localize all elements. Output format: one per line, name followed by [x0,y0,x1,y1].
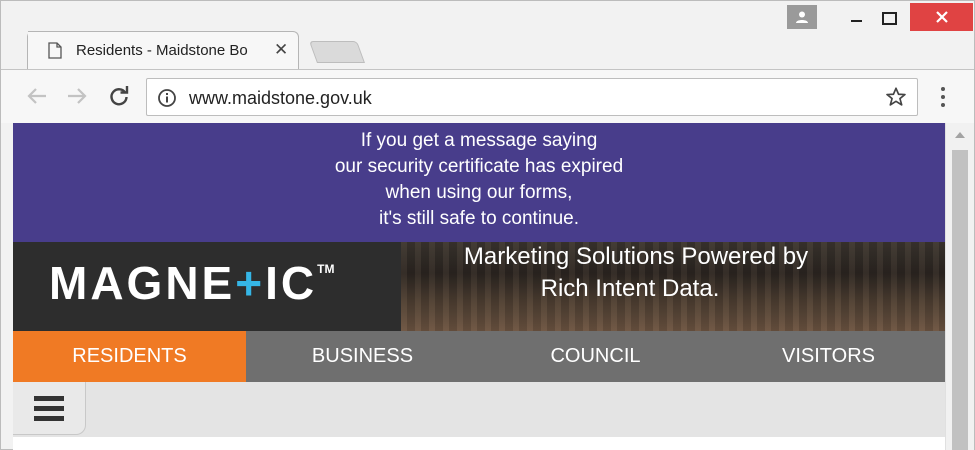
maximize-button[interactable] [875,5,901,29]
notice-line: it's still safe to continue. [378,208,580,229]
tab-title: Residents - Maidstone Bo [76,42,248,59]
close-tab-icon[interactable]: ✕ [274,40,288,60]
info-icon[interactable] [157,88,177,108]
minimize-button[interactable] [843,5,869,29]
sub-navigation-bar [13,382,945,437]
ad-image-panel: Marketing Solutions Powered by Rich Inte… [401,242,945,331]
ad-tagline: Marketing Solutions Powered by Rich Inte… [463,243,809,302]
scrollbar-thumb[interactable] [952,150,968,450]
scroll-up-arrow-icon[interactable] [946,123,974,147]
profile-button[interactable] [787,5,817,29]
nav-item-business[interactable]: BUSINESS [246,331,479,382]
reload-button[interactable] [105,82,133,110]
back-button[interactable] [23,82,51,110]
person-icon [796,11,808,23]
notice-line: If you get a message saying [360,130,598,151]
page-icon [48,42,62,59]
browser-tab[interactable]: Residents - Maidstone Bo ✕ [27,31,299,69]
notice-line: when using our forms, [385,182,573,203]
tab-strip: Residents - Maidstone Bo ✕ [1,1,974,69]
star-icon[interactable] [885,86,907,108]
browser-toolbar: www.maidstone.gov.uk [1,69,974,123]
notice-line: our security certificate has expired [334,156,624,177]
reload-icon [110,86,129,106]
address-bar[interactable]: www.maidstone.gov.uk [146,78,918,116]
forward-button[interactable] [63,82,91,110]
browser-window: Residents - Maidstone Bo ✕ www.maidstone… [0,0,975,450]
back-arrow-icon [27,88,46,104]
nav-item-council[interactable]: COUNCIL [479,331,712,382]
close-icon [935,11,948,23]
main-navigation: RESIDENTS BUSINESS COUNCIL VISITORS [13,331,945,382]
new-tab-button[interactable] [308,41,366,63]
page-viewport: If you get a message saying our security… [13,123,945,450]
advertisement-banner[interactable]: MAGNE+ICTM Marketing Solutions Powered b… [13,242,945,331]
url-text[interactable]: www.maidstone.gov.uk [189,88,372,109]
nav-item-visitors[interactable]: VISITORS [712,331,945,382]
security-notice-banner: If you get a message saying our security… [13,123,945,242]
vertical-scrollbar[interactable] [945,123,974,450]
hamburger-menu-icon[interactable] [13,382,86,435]
window-close-button[interactable] [910,3,973,31]
magnetic-logo: MAGNE+ICTM [49,257,335,309]
kebab-menu-icon[interactable] [931,84,955,110]
forward-arrow-icon [68,88,87,104]
nav-item-residents[interactable]: RESIDENTS [13,331,246,382]
